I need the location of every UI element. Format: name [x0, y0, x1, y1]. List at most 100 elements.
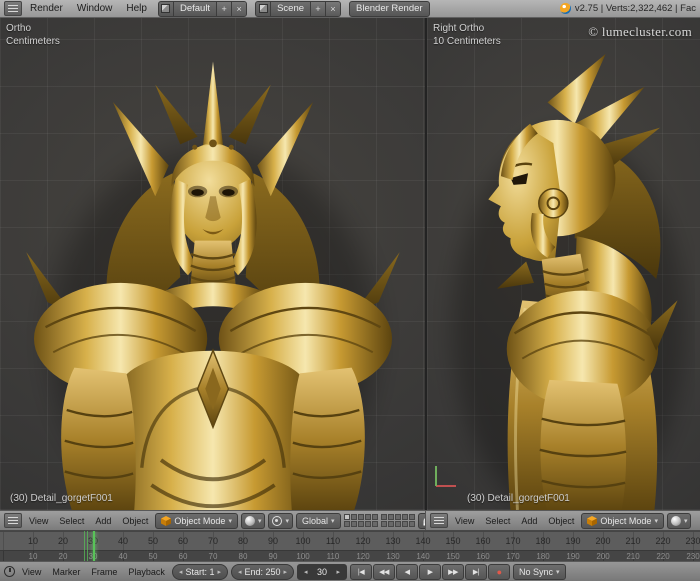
frame-tick-50: 50 [149, 552, 158, 561]
layer-toggle-18[interactable] [395, 521, 401, 527]
timeline-ruler[interactable]: 1020304050607080901001101201301401501601… [0, 531, 700, 561]
viewport-front[interactable]: Ortho Centimeters (30) Detail_gorgetF001 [0, 18, 425, 510]
transform-orientation-select[interactable]: Global ▾ [296, 513, 341, 529]
frame-tick-10: 10 [29, 552, 38, 561]
play-button[interactable]: ▶ [419, 564, 441, 580]
end-frame-field[interactable]: ◂ End: 250 ▸ [231, 564, 294, 580]
frame-tick-110: 110 [326, 536, 340, 546]
frame-tick-100: 100 [296, 552, 309, 561]
layer-toggle-15[interactable] [409, 514, 415, 520]
close-scene-button[interactable]: × [325, 2, 340, 16]
sync-mode-select[interactable]: No Sync ▾ [513, 564, 566, 580]
mode-value: Object Mode [600, 516, 651, 526]
render-engine-value: Blender Render [350, 3, 429, 14]
jump-to-start-button[interactable]: |◀ [350, 564, 372, 580]
frame-tick-20: 20 [58, 536, 68, 546]
menu-add[interactable]: Add [91, 516, 115, 526]
mode-select[interactable]: Object Mode ▾ [581, 513, 664, 529]
mode-select[interactable]: Object Mode ▾ [155, 513, 238, 529]
screen-layout-value[interactable]: Default [174, 3, 216, 14]
viewport-side[interactable]: Right Ortho 10 Centimeters © lumecluster… [425, 18, 700, 510]
start-frame-field[interactable]: ◂ Start: 1 ▸ [172, 564, 228, 580]
layer-toggle-2[interactable] [351, 514, 357, 520]
next-keyframe-button[interactable]: ▶▶ [442, 564, 464, 580]
timeline-sub-ruler[interactable]: 1020304050607080901001101201301401501601… [0, 550, 700, 561]
viewport-shading-select[interactable]: ▾ [241, 513, 266, 529]
decrement-arrow[interactable]: ◂ [238, 568, 242, 576]
frame-tick-100: 100 [295, 536, 310, 546]
menu-view[interactable]: View [451, 516, 478, 526]
frame-tick-170: 170 [506, 552, 519, 561]
menu-object[interactable]: Object [544, 516, 578, 526]
chevron-down-icon: ▾ [684, 517, 688, 525]
chevron-down-icon: ▾ [228, 517, 232, 525]
layer-toggle-12[interactable] [388, 514, 394, 520]
current-frame-field[interactable]: ◂ 30 ▸ [297, 564, 347, 580]
scene-selector[interactable]: Scene + × [255, 1, 341, 17]
add-layout-button[interactable]: + [216, 2, 231, 16]
pivot-icon [272, 516, 282, 526]
increment-arrow[interactable]: ▸ [337, 568, 341, 576]
menu-frame[interactable]: Frame [87, 567, 121, 577]
menu-help[interactable]: Help [120, 3, 153, 14]
browse-scenes-icon[interactable] [256, 2, 271, 16]
menu-playback[interactable]: Playback [124, 567, 169, 577]
menu-render[interactable]: Render [24, 3, 69, 14]
layer-toggle-9[interactable] [365, 521, 371, 527]
layer-toggle-11[interactable] [381, 514, 387, 520]
jump-to-end-button[interactable]: ▶| [465, 564, 487, 580]
editor-type-button[interactable] [4, 1, 22, 16]
frame-tick-90: 90 [269, 552, 278, 561]
layer-toggle-16[interactable] [381, 521, 387, 527]
menu-select[interactable]: Select [55, 516, 88, 526]
render-engine-select[interactable]: Blender Render [349, 1, 430, 17]
menu-add[interactable]: Add [517, 516, 541, 526]
frame-tick-140: 140 [416, 552, 429, 561]
menu-view[interactable]: View [18, 567, 45, 577]
layer-toggle-13[interactable] [395, 514, 401, 520]
status-stats: v2.75 | Verts:2,322,462 | Fac [560, 3, 696, 14]
close-layout-button[interactable]: × [231, 2, 246, 16]
layer-toggle-14[interactable] [402, 514, 408, 520]
layer-toggle-4[interactable] [365, 514, 371, 520]
increment-arrow[interactable]: ▸ [284, 568, 288, 576]
prev-keyframe-button[interactable]: ◀◀ [373, 564, 395, 580]
layer-toggle-3[interactable] [358, 514, 364, 520]
frame-tick-210: 210 [626, 552, 639, 561]
layer-toggle-7[interactable] [351, 521, 357, 527]
menu-object[interactable]: Object [118, 516, 152, 526]
shading-sphere-icon [671, 516, 681, 526]
layer-toggle-17[interactable] [388, 521, 394, 527]
decrement-arrow[interactable]: ◂ [304, 568, 308, 576]
pivot-point-select[interactable]: ▾ [268, 513, 293, 529]
timeline-header: View Marker Frame Playback ◂ Start: 1 ▸ … [0, 561, 700, 581]
viewport-shading-select[interactable]: ▾ [667, 513, 692, 529]
increment-arrow[interactable]: ▸ [217, 568, 221, 576]
screen-layout-selector[interactable]: Default + × [158, 1, 247, 17]
record-button[interactable]: ● [488, 564, 510, 580]
menu-view[interactable]: View [25, 516, 52, 526]
layer-toggle-8[interactable] [358, 521, 364, 527]
layer-toggle-10[interactable] [372, 521, 378, 527]
snap-magnet-button[interactable]: ▾ [418, 513, 425, 529]
editor-type-button[interactable] [4, 513, 22, 528]
play-reverse-button[interactable]: ◀ [396, 564, 418, 580]
add-scene-button[interactable]: + [310, 2, 325, 16]
editor-type-button[interactable] [430, 513, 448, 528]
menu-select[interactable]: Select [481, 516, 514, 526]
layer-toggle-6[interactable] [344, 521, 350, 527]
frame-tick-200: 200 [595, 536, 610, 546]
orientation-value: Global [302, 516, 328, 526]
layer-toggle-20[interactable] [409, 521, 415, 527]
decrement-arrow[interactable]: ◂ [179, 568, 183, 576]
scene-value[interactable]: Scene [271, 3, 310, 14]
browse-layouts-icon[interactable] [159, 2, 174, 16]
clock-icon [4, 566, 15, 577]
menu-window[interactable]: Window [71, 3, 119, 14]
layer-toggle-19[interactable] [402, 521, 408, 527]
layer-toggle-5[interactable] [372, 514, 378, 520]
timeline-frame-ruler[interactable]: 1020304050607080901001101201301401501601… [0, 531, 700, 551]
layers-widget [344, 514, 415, 527]
menu-marker[interactable]: Marker [48, 567, 84, 577]
layer-toggle-1[interactable] [344, 514, 350, 520]
